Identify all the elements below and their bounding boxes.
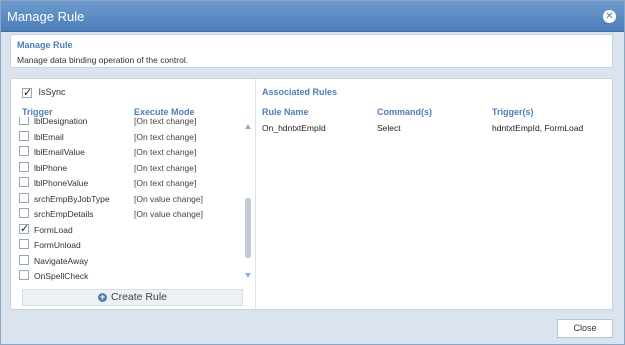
scroll-down-arrow-icon[interactable]: [245, 273, 251, 278]
trigger-row[interactable]: lblEmailValue [On text change]: [11, 144, 243, 160]
triggers-header: Trigger(s): [492, 107, 534, 117]
execute-mode: [On text change]: [134, 162, 197, 173]
trigger-name: lblEmailValue: [34, 147, 85, 157]
trigger-row[interactable]: NavigateAway: [11, 253, 243, 269]
trigger-name: srchEmpDetails: [34, 209, 94, 219]
rule-name-cell[interactable]: On_hdntxtEmpId: [262, 123, 326, 133]
trigger-column-header: Trigger: [22, 107, 53, 117]
close-button[interactable]: Close: [557, 319, 613, 338]
issync-label: IsSync: [38, 87, 66, 97]
command-cell: Select: [377, 123, 401, 133]
manage-rule-dialog: Manage Rule ✕ Manage Rule Manage data bi…: [0, 0, 625, 345]
trigger-row[interactable]: FormUnload: [11, 237, 243, 253]
checkbox-icon[interactable]: [19, 192, 29, 203]
plus-circle-icon: +: [97, 292, 107, 302]
trigger-row[interactable]: lblDesignation [On text change]: [11, 117, 243, 129]
trigger-list-scrollbar[interactable]: [243, 120, 253, 280]
execute-mode-column-header: Execute Mode: [134, 107, 195, 117]
close-icon[interactable]: ✕: [603, 10, 616, 23]
associated-rules-panel: Associated Rules Rule Name Command(s) Tr…: [257, 79, 613, 309]
checkbox-icon[interactable]: [19, 239, 29, 249]
trigger-name: FormUnload: [34, 240, 81, 250]
execute-mode: [On value change]: [134, 193, 203, 204]
trigger-name: lblEmail: [34, 131, 64, 142]
checkbox-icon[interactable]: [19, 254, 29, 265]
checkbox-icon[interactable]: [19, 130, 29, 141]
trigger-name: lblPhone: [34, 162, 68, 173]
header-subtitle: Manage data binding operation of the con…: [17, 55, 189, 65]
checkbox-icon[interactable]: [19, 117, 29, 125]
trigger-row[interactable]: srchEmpDetails [On value change]: [11, 206, 243, 222]
create-rule-label: Create Rule: [110, 291, 168, 303]
trigger-name: NavigateAway: [34, 255, 89, 266]
checkbox-icon[interactable]: [19, 161, 29, 172]
checkbox-icon[interactable]: [19, 222, 29, 235]
trigger-row[interactable]: lblEmail [On text change]: [11, 129, 243, 145]
checkbox-icon[interactable]: [22, 86, 32, 99]
execute-mode: [On text change]: [134, 147, 197, 157]
execute-mode: [On value change]: [134, 209, 203, 219]
rule-name-header: Rule Name: [262, 107, 309, 117]
trigger-row[interactable]: lblPhoneValue [On text change]: [11, 175, 243, 191]
create-rule-button[interactable]: + Create Rule: [22, 289, 243, 306]
issync-checkbox[interactable]: IsSync: [22, 86, 66, 99]
trigger-name: OnSpellCheck: [34, 271, 89, 281]
checkbox-icon[interactable]: [19, 146, 29, 156]
checkbox-icon[interactable]: [19, 177, 29, 187]
trigger-name: FormLoad: [34, 224, 73, 235]
trigger-panel: IsSync Trigger Execute Mode lblDesignati…: [11, 79, 256, 309]
trigger-row[interactable]: lblPhone [On text change]: [11, 160, 243, 176]
dialog-title: Manage Rule: [7, 9, 85, 24]
scroll-up-arrow-icon[interactable]: [245, 124, 251, 129]
scroll-thumb[interactable]: [245, 198, 251, 258]
trigger-name: lblPhoneValue: [34, 178, 89, 188]
execute-mode: [On text change]: [134, 131, 197, 142]
execute-mode: [On text change]: [134, 178, 197, 188]
checkbox-icon[interactable]: [19, 270, 29, 280]
trigger-row[interactable]: OnSpellCheck: [11, 268, 243, 284]
header-title: Manage Rule: [17, 40, 73, 50]
dialog-titlebar: Manage Rule ✕: [1, 1, 624, 32]
trigger-name: srchEmpByJobType: [34, 193, 110, 204]
main-panel: IsSync Trigger Execute Mode lblDesignati…: [10, 78, 613, 310]
trigger-row[interactable]: srchEmpByJobType [On value change]: [11, 191, 243, 207]
header-panel: Manage Rule Manage data binding operatio…: [10, 34, 613, 68]
execute-mode: [On text change]: [134, 117, 197, 126]
trigger-list: lblDesignation [On text change] lblEmail [O…: [11, 117, 243, 284]
trigger-row[interactable]: FormLoad: [11, 222, 243, 238]
triggers-cell: hdntxtEmpId, FormLoad: [492, 123, 584, 133]
trigger-name: lblDesignation: [34, 117, 88, 126]
commands-header: Command(s): [377, 107, 433, 117]
checkbox-icon[interactable]: [19, 208, 29, 218]
associated-rules-title: Associated Rules: [262, 87, 338, 97]
